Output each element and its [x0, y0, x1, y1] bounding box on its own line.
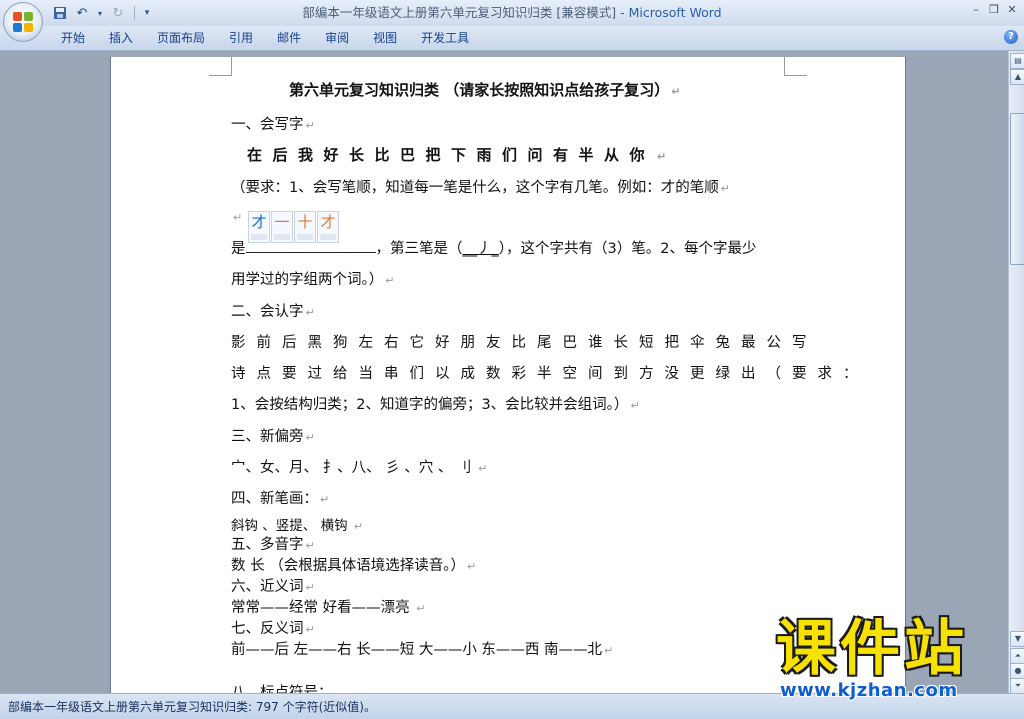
- section-3-radicals: 宀、女、月、 扌、八、 彡 、穴 、 刂 ↵: [231, 460, 488, 476]
- section-5-content: 数 长 （会根据具体语境选择读音。） ↵: [231, 558, 477, 574]
- document-name: 部编本一年级语文上册第六单元复习知识归类 [兼容模式] -: [302, 5, 629, 20]
- save-icon[interactable]: [52, 5, 68, 21]
- watermark-url: www.kjzhan.com: [780, 680, 958, 701]
- status-word-count[interactable]: 部编本一年级语文上册第六单元复习知识归类: 797 个字符(近似值)。: [8, 698, 376, 715]
- select-browse-object-icon[interactable]: ●: [1010, 663, 1024, 679]
- undo-icon[interactable]: ↶: [74, 5, 90, 21]
- section-7-heading: 七、反义词 ↵: [231, 621, 315, 637]
- tab-view[interactable]: 视图: [361, 26, 409, 50]
- tab-review[interactable]: 审阅: [313, 26, 361, 50]
- section-2-heading: 二、会认字 ↵: [231, 304, 315, 320]
- section-6-heading: 六、近义词 ↵: [231, 579, 315, 595]
- document-title: 第六单元复习知识归类 （请家长按照知识点给孩子复习） ↵: [289, 81, 681, 99]
- margin-corner-left: [209, 57, 232, 76]
- section-8-heading: 八、标点符号：: [231, 685, 333, 693]
- stroke-answer: __丿_: [462, 241, 499, 257]
- section-2-requirement: 1、会按结构归类；2、知道字的偏旁；3、会比较并会组词。） ↵: [231, 397, 640, 413]
- view-ruler-icon[interactable]: ▤: [1010, 53, 1024, 69]
- redo-icon[interactable]: ↻: [110, 5, 126, 21]
- section-2-characters-line2: 诗点要过给当串们以成数彩半空间到方没更绿出（要求：: [231, 366, 869, 382]
- ribbon-tabs: 开始 插入 页面布局 引用 邮件 审阅 视图 开发工具: [49, 26, 481, 50]
- close-button[interactable]: ✕: [1004, 2, 1020, 18]
- office-logo-icon: [13, 12, 33, 32]
- scroll-up-icon[interactable]: ▲: [1010, 69, 1024, 85]
- scrollbar-thumb[interactable]: [1010, 113, 1024, 265]
- customize-qat-icon[interactable]: ▾: [143, 5, 151, 21]
- stroke-blank-underline: [245, 240, 376, 253]
- restore-button[interactable]: ❐: [986, 2, 1002, 18]
- window-controls: – ❐ ✕: [968, 2, 1020, 18]
- section-5-heading: 五、多音字 ↵: [231, 537, 315, 553]
- section-1-requirement-line1: （要求：1、会写笔顺，知道每一笔是什么，这个字有几笔。例如：才的笔顺 ↵: [231, 180, 730, 196]
- previous-page-icon[interactable]: ⏶: [1010, 648, 1024, 664]
- undo-dropdown-icon[interactable]: ▾: [96, 5, 104, 21]
- tab-page-layout[interactable]: 页面布局: [145, 26, 217, 50]
- document-area[interactable]: 第六单元复习知识归类 （请家长按照知识点给孩子复习） ↵ 一、会写字 ↵ 在后我好长…: [0, 51, 1008, 693]
- section-4-heading: 四、新笔画： ↵: [231, 491, 330, 507]
- section-4-strokes: 斜钩 、竖提、 横钩 ↵: [231, 518, 364, 534]
- office-button[interactable]: [3, 2, 43, 42]
- ribbon-tab-bar: 开始 插入 页面布局 引用 邮件 审阅 视图 开发工具 ?: [0, 26, 1024, 51]
- title-bar: 部编本一年级语文上册第六单元复习知识归类 [兼容模式] - Microsoft …: [0, 0, 1024, 26]
- help-icon[interactable]: ?: [1004, 30, 1018, 44]
- minimize-button[interactable]: –: [968, 2, 984, 18]
- qat-separator: [134, 6, 135, 20]
- section-1-requirement-line2: 是，第三笔是（__丿_），这个字共有（3）笔。2、每个字最少: [231, 240, 757, 257]
- tab-developer[interactable]: 开发工具: [409, 26, 481, 50]
- document-page[interactable]: 第六单元复习知识归类 （请家长按照知识点给孩子复习） ↵ 一、会写字 ↵ 在后我好长…: [110, 57, 906, 693]
- section-1-characters: 在后我好长比巴把下雨们问有半从你 ↵: [247, 146, 677, 164]
- section-1-requirement-line3: 用学过的字组两个词。） ↵: [231, 272, 395, 288]
- tab-references[interactable]: 引用: [217, 26, 265, 50]
- next-page-icon[interactable]: ⏷: [1010, 678, 1024, 694]
- section-6-content: 常常——经常 好看——漂亮 ↵: [231, 600, 426, 616]
- section-7-content: 前——后 左——右 长——短 大——小 东——西 南——北 ↵: [231, 642, 614, 658]
- section-2-characters-line1: 影前后黑狗左右它好朋友比尾巴谁长短把伞兔最公写: [231, 335, 818, 351]
- watermark-logo: 课件站: [776, 614, 968, 684]
- app-name: Microsoft Word: [628, 5, 722, 20]
- quick-access-toolbar: ↶ ▾ ↻ ▾: [52, 3, 151, 23]
- vertical-scrollbar[interactable]: ▤ ▲ ▼ ⏶ ● ⏷: [1008, 51, 1024, 694]
- window-title: 部编本一年级语文上册第六单元复习知识归类 [兼容模式] - Microsoft …: [0, 0, 1024, 26]
- empty-paragraph: ↵: [233, 211, 243, 224]
- margin-corner-right: [784, 57, 807, 76]
- tab-mailings[interactable]: 邮件: [265, 26, 313, 50]
- tab-insert[interactable]: 插入: [97, 26, 145, 50]
- tab-home[interactable]: 开始: [49, 26, 97, 50]
- section-3-heading: 三、新偏旁 ↵: [231, 429, 315, 445]
- section-1-heading: 一、会写字 ↵: [231, 117, 315, 133]
- scroll-down-icon[interactable]: ▼: [1010, 631, 1024, 647]
